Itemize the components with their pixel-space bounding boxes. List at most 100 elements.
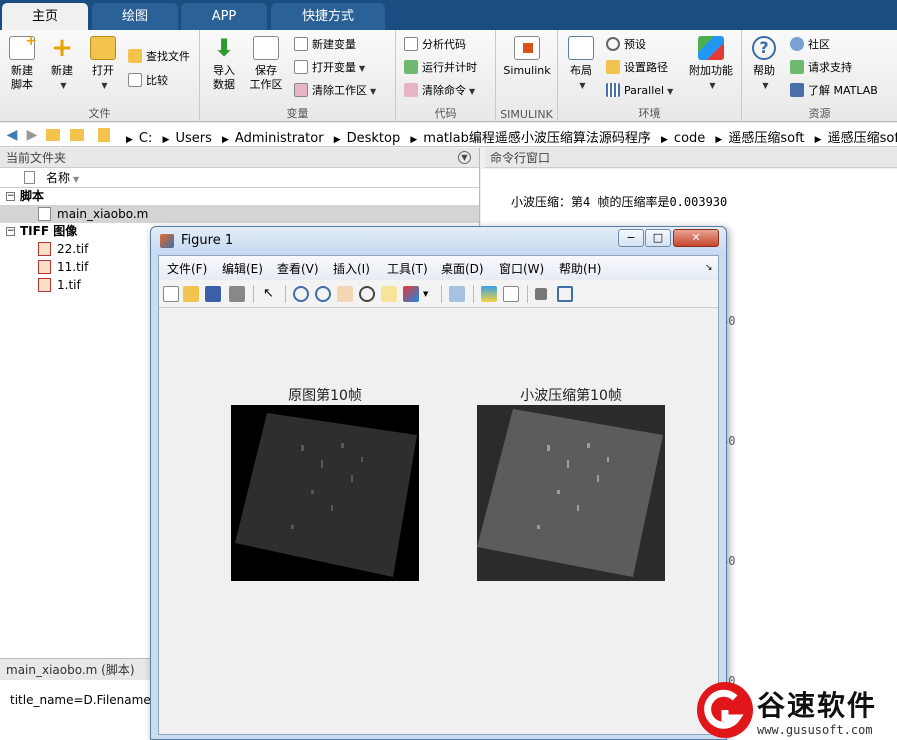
import-data-button[interactable]: ⬇ 导入 数据 — [208, 36, 240, 92]
tab-home[interactable]: 主页 — [2, 3, 88, 30]
ribbon-group-environment: 布局 ▼ 预设 设置路径 Parallel ▼ 附加功能 ▼ 环境 — [558, 30, 742, 122]
save-workspace-icon — [253, 36, 279, 60]
link-plot-icon[interactable] — [449, 286, 465, 302]
axes-title-compressed: 小波压缩第10帧 — [520, 388, 622, 404]
preferences-button[interactable]: 预设 — [606, 36, 646, 54]
parallel-button[interactable]: Parallel ▼ — [606, 82, 673, 100]
analyze-code-button[interactable]: 分析代码 — [404, 36, 466, 54]
axes-compressed-image[interactable] — [477, 405, 665, 581]
close-button[interactable]: ✕ — [673, 229, 719, 247]
panel-options-icon[interactable]: ▼ — [458, 151, 471, 164]
tab-plots[interactable]: 绘图 — [92, 3, 178, 30]
menu-help[interactable]: 帮助(H) — [559, 260, 601, 277]
maximize-button[interactable]: □ — [645, 229, 671, 247]
rotate-3d-icon[interactable] — [359, 286, 375, 302]
compare-icon — [128, 73, 142, 87]
pointer-icon[interactable]: ↖ — [263, 286, 279, 302]
figure-titlebar[interactable]: Figure 1 − □ ✕ — [151, 227, 726, 255]
pan-hand-icon[interactable] — [337, 286, 353, 302]
compare-button[interactable]: 比较 — [128, 72, 168, 90]
zoom-out-icon[interactable] — [315, 286, 331, 302]
colorbar-icon[interactable] — [481, 286, 497, 302]
up-folder-icon[interactable] — [46, 129, 60, 141]
crumb-desktop[interactable]: Desktop — [347, 131, 401, 146]
new-figure-icon[interactable] — [163, 286, 179, 302]
figure-window[interactable]: Figure 1 − □ ✕ 文件(F) 编辑(E) 查看(V) 插入(I) 工… — [150, 226, 727, 740]
crumb-project[interactable]: matlab编程遥感小波压缩算法源码程序 — [423, 131, 651, 146]
maximize-icon: □ — [652, 231, 664, 244]
collapse-icon[interactable]: − — [6, 227, 15, 236]
crumb-code[interactable]: code — [674, 131, 705, 146]
menubar-overflow-icon[interactable]: ↘ — [705, 263, 713, 273]
root-folder-icon[interactable] — [98, 128, 110, 142]
zoom-in-icon[interactable] — [293, 286, 309, 302]
save-icon[interactable] — [205, 286, 221, 302]
simulink-button[interactable]: Simulink — [502, 36, 552, 78]
menu-desktop[interactable]: 桌面(D) — [441, 260, 484, 277]
crumb-drive[interactable]: C: — [139, 131, 152, 146]
open-file-icon[interactable] — [183, 286, 199, 302]
brush-dropdown-icon[interactable]: ▼ — [423, 286, 433, 302]
find-files-label: 查找文件 — [146, 50, 190, 63]
set-path-button[interactable]: 设置路径 — [606, 59, 668, 77]
help-button[interactable]: ? 帮助 ▼ — [748, 36, 780, 93]
show-plot-tools-icon[interactable] — [557, 286, 573, 302]
plus-icon: + — [51, 33, 73, 63]
minimize-button[interactable]: − — [618, 229, 644, 247]
menu-edit[interactable]: 编辑(E) — [222, 260, 263, 277]
clear-commands-button[interactable]: 清除命令 ▼ — [404, 82, 475, 100]
ribbon: + 新建 脚本 + 新建 ▼ 打开 ▼ 查找文件 比较 文件 ⬇ 导入 数据 保存 … — [0, 30, 897, 122]
matlab-script-icon — [38, 207, 51, 221]
run-time-button[interactable]: 运行并计时 — [404, 59, 477, 77]
crumb-users[interactable]: Users — [175, 131, 211, 146]
save-workspace-button[interactable]: 保存 工作区 — [246, 36, 286, 92]
crumb-soft-2[interactable]: 遥感压缩soft — [828, 131, 897, 146]
menu-window[interactable]: 窗口(W) — [499, 260, 544, 277]
column-header-name[interactable]: 名称 ▼ — [0, 168, 479, 188]
request-support-label: 请求支持 — [808, 61, 852, 74]
crumb-administrator[interactable]: Administrator — [235, 131, 324, 146]
menu-tools[interactable]: 工具(T) — [387, 260, 428, 277]
ribbon-group-label: SIMULINK — [500, 108, 553, 121]
find-files-button[interactable]: 查找文件 — [128, 48, 190, 66]
clear-workspace-button[interactable]: 清除工作区 ▼ — [294, 82, 376, 100]
addons-button[interactable]: 附加功能 ▼ — [684, 36, 738, 93]
axes-original-image[interactable] — [231, 405, 419, 581]
data-cursor-icon[interactable] — [381, 286, 397, 302]
tab-shortcuts[interactable]: 快捷方式 — [271, 3, 385, 30]
file-item[interactable]: main_xiaobo.m — [0, 205, 479, 223]
open-label: 打开 — [92, 64, 114, 77]
browse-folder-icon[interactable] — [70, 129, 84, 141]
print-icon[interactable] — [229, 286, 245, 302]
crumb-separator-icon: ▶ — [661, 135, 668, 145]
request-support-button[interactable]: 请求支持 — [790, 59, 852, 77]
brush-icon[interactable] — [403, 286, 419, 302]
legend-icon[interactable] — [503, 286, 519, 302]
community-people-icon — [790, 37, 804, 51]
new-script-button[interactable]: + 新建 脚本 — [6, 34, 38, 92]
new-button[interactable]: + 新建 ▼ — [44, 33, 80, 93]
forward-arrow-icon[interactable]: ▶ — [24, 127, 40, 143]
minimize-icon: − — [626, 231, 636, 244]
menu-file[interactable]: 文件(F) — [167, 260, 207, 277]
crumb-soft-1[interactable]: 遥感压缩soft — [728, 131, 804, 146]
collapse-icon[interactable]: − — [6, 192, 15, 201]
figure-menubar: 文件(F) 编辑(E) 查看(V) 插入(I) 工具(T) 桌面(D) 窗口(W… — [159, 256, 718, 280]
tree-group-scripts[interactable]: − 脚本 — [0, 188, 479, 205]
menu-insert[interactable]: 插入(I) — [333, 260, 370, 277]
open-button[interactable]: 打开 ▼ — [86, 36, 120, 93]
open-variable-button[interactable]: 打开变量 ▼ — [294, 59, 365, 77]
hide-plot-tools-icon[interactable] — [535, 288, 547, 300]
learn-matlab-button[interactable]: 了解 MATLAB — [790, 82, 878, 100]
chevron-down-icon: ▼ — [667, 87, 674, 96]
layout-button[interactable]: 布局 ▼ — [564, 36, 598, 93]
new-variable-button[interactable]: 新建变量 — [294, 36, 356, 54]
analyze-code-icon — [404, 37, 418, 51]
community-button[interactable]: 社区 — [790, 36, 830, 54]
crumb-separator-icon: ▶ — [222, 135, 229, 145]
toolbar-separator — [473, 285, 474, 303]
back-arrow-icon[interactable]: ◀ — [4, 127, 20, 143]
toolstrip-tabbar: 主页 绘图 APP 快捷方式 — [0, 0, 897, 30]
menu-view[interactable]: 查看(V) — [277, 260, 319, 277]
tab-apps[interactable]: APP — [181, 3, 267, 30]
